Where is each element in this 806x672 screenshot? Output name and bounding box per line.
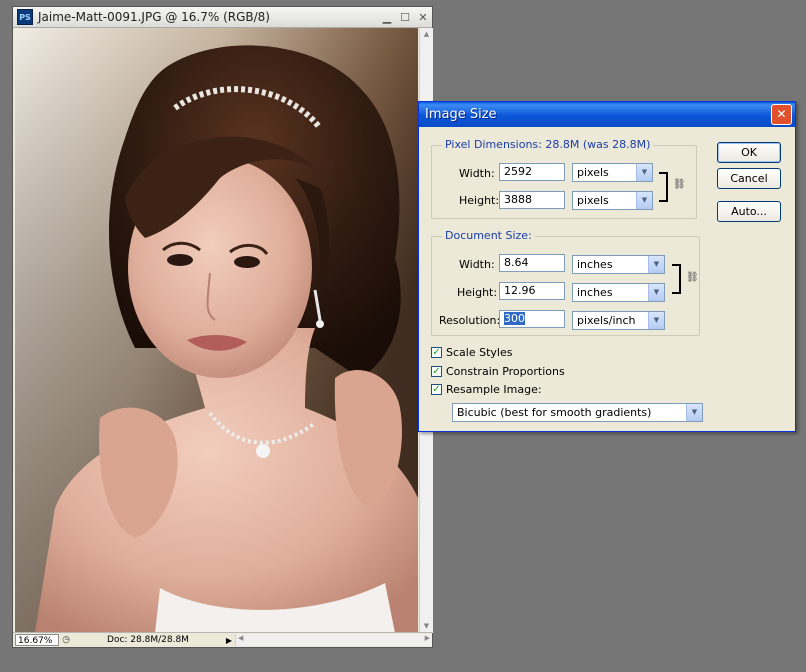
dialog-titlebar[interactable]: Image Size ✕: [419, 102, 795, 127]
pixel-height-label: Height:: [459, 194, 500, 207]
auto-button[interactable]: Auto...: [717, 201, 781, 222]
doc-height-label: Height:: [457, 286, 498, 299]
doc-width-label: Width:: [459, 258, 495, 271]
chevron-down-icon[interactable]: ▼: [648, 256, 664, 273]
constrain-proportions-label: Constrain Proportions: [446, 365, 565, 378]
chevron-down-icon[interactable]: ▼: [686, 404, 702, 421]
chevron-down-icon[interactable]: ▼: [636, 192, 652, 209]
pixel-width-label: Width:: [459, 167, 495, 180]
chevron-down-icon[interactable]: ▼: [648, 312, 664, 329]
doc-height-unit-value: inches: [577, 286, 613, 299]
image-size-dialog: Image Size ✕ Pixel Dimensions: 28.8M (wa…: [418, 101, 796, 432]
pixel-width-unit-select[interactable]: pixels ▼: [572, 163, 653, 182]
document-size-label: Document Size:: [442, 229, 535, 242]
chain-link-icon: ⛓: [686, 272, 699, 283]
document-window: PS Jaime-Matt-0091.JPG @ 16.7% (RGB/8) ▁…: [12, 6, 433, 648]
pixel-height-unit-value: pixels: [577, 194, 609, 207]
pixel-width-unit-value: pixels: [577, 166, 609, 179]
dialog-title: Image Size: [425, 107, 497, 122]
close-icon[interactable]: ✕: [414, 11, 432, 24]
resample-image-label: Resample Image:: [446, 383, 542, 396]
chevron-down-icon[interactable]: ▼: [636, 164, 652, 181]
doc-width-unit-value: inches: [577, 258, 613, 271]
dialog-close-icon[interactable]: ✕: [771, 104, 792, 125]
check-icon[interactable]: ✓: [431, 347, 442, 358]
resolution-label: Resolution:: [439, 314, 501, 327]
maximize-icon[interactable]: ☐: [396, 11, 414, 24]
resample-method-value: Bicubic (best for smooth gradients): [457, 406, 652, 419]
pixel-dimensions-label: Pixel Dimensions:: [445, 138, 542, 151]
chevron-down-icon[interactable]: ▼: [648, 284, 664, 301]
document-titlebar[interactable]: PS Jaime-Matt-0091.JPG @ 16.7% (RGB/8) ▁…: [13, 7, 432, 28]
check-icon[interactable]: ✓: [431, 366, 442, 377]
zoom-level-field[interactable]: 16.67%: [15, 634, 59, 646]
resolution-unit-select[interactable]: pixels/inch ▼: [572, 311, 665, 330]
cancel-button[interactable]: Cancel: [717, 168, 781, 189]
scroll-left-icon[interactable]: ◀: [238, 634, 243, 642]
scale-styles-label: Scale Styles: [446, 346, 513, 359]
photoshop-icon: PS: [17, 9, 33, 25]
status-menu-arrow-icon[interactable]: ▶: [223, 636, 235, 645]
resample-method-select[interactable]: Bicubic (best for smooth gradients) ▼: [452, 403, 703, 422]
photo-image: [15, 28, 418, 633]
gauge-icon[interactable]: ◷: [59, 635, 73, 645]
resample-image-checkbox[interactable]: ✓ Resample Image:: [431, 383, 542, 396]
resolution-input[interactable]: 300: [499, 310, 565, 328]
doc-height-input[interactable]: 12.96: [499, 282, 565, 300]
check-icon[interactable]: ✓: [431, 384, 442, 395]
document-title: Jaime-Matt-0091.JPG @ 16.7% (RGB/8): [38, 10, 270, 24]
constrain-proportions-checkbox[interactable]: ✓ Constrain Proportions: [431, 365, 565, 378]
horizontal-scrollbar[interactable]: ◀ ▶: [235, 634, 432, 646]
resolution-value: 300: [504, 312, 525, 325]
pixel-height-unit-select[interactable]: pixels ▼: [572, 191, 653, 210]
ok-button[interactable]: OK: [717, 142, 781, 163]
resolution-unit-value: pixels/inch: [577, 314, 636, 327]
scale-styles-checkbox[interactable]: ✓ Scale Styles: [431, 346, 512, 359]
doc-width-input[interactable]: 8.64: [499, 254, 565, 272]
chain-link-icon: ⛓: [673, 179, 686, 190]
pixel-height-input[interactable]: 3888: [499, 191, 565, 209]
doc-height-unit-select[interactable]: inches ▼: [572, 283, 665, 302]
scroll-up-icon[interactable]: ▲: [420, 28, 433, 41]
doc-size-readout: Doc: 28.8M/28.8M: [107, 635, 189, 645]
scroll-right-icon[interactable]: ▶: [425, 634, 430, 642]
pixel-width-input[interactable]: 2592: [499, 163, 565, 181]
minimize-icon[interactable]: ▁: [378, 11, 396, 24]
image-canvas[interactable]: [15, 28, 418, 633]
pixel-dimensions-size: 28.8M (was 28.8M): [545, 138, 651, 151]
doc-width-unit-select[interactable]: inches ▼: [572, 255, 665, 274]
doc-link-bracket: [672, 264, 681, 294]
status-bar: 16.67% ◷ Doc: 28.8M/28.8M ▶ ◀ ▶: [13, 632, 432, 647]
pixel-link-bracket: [659, 172, 668, 202]
